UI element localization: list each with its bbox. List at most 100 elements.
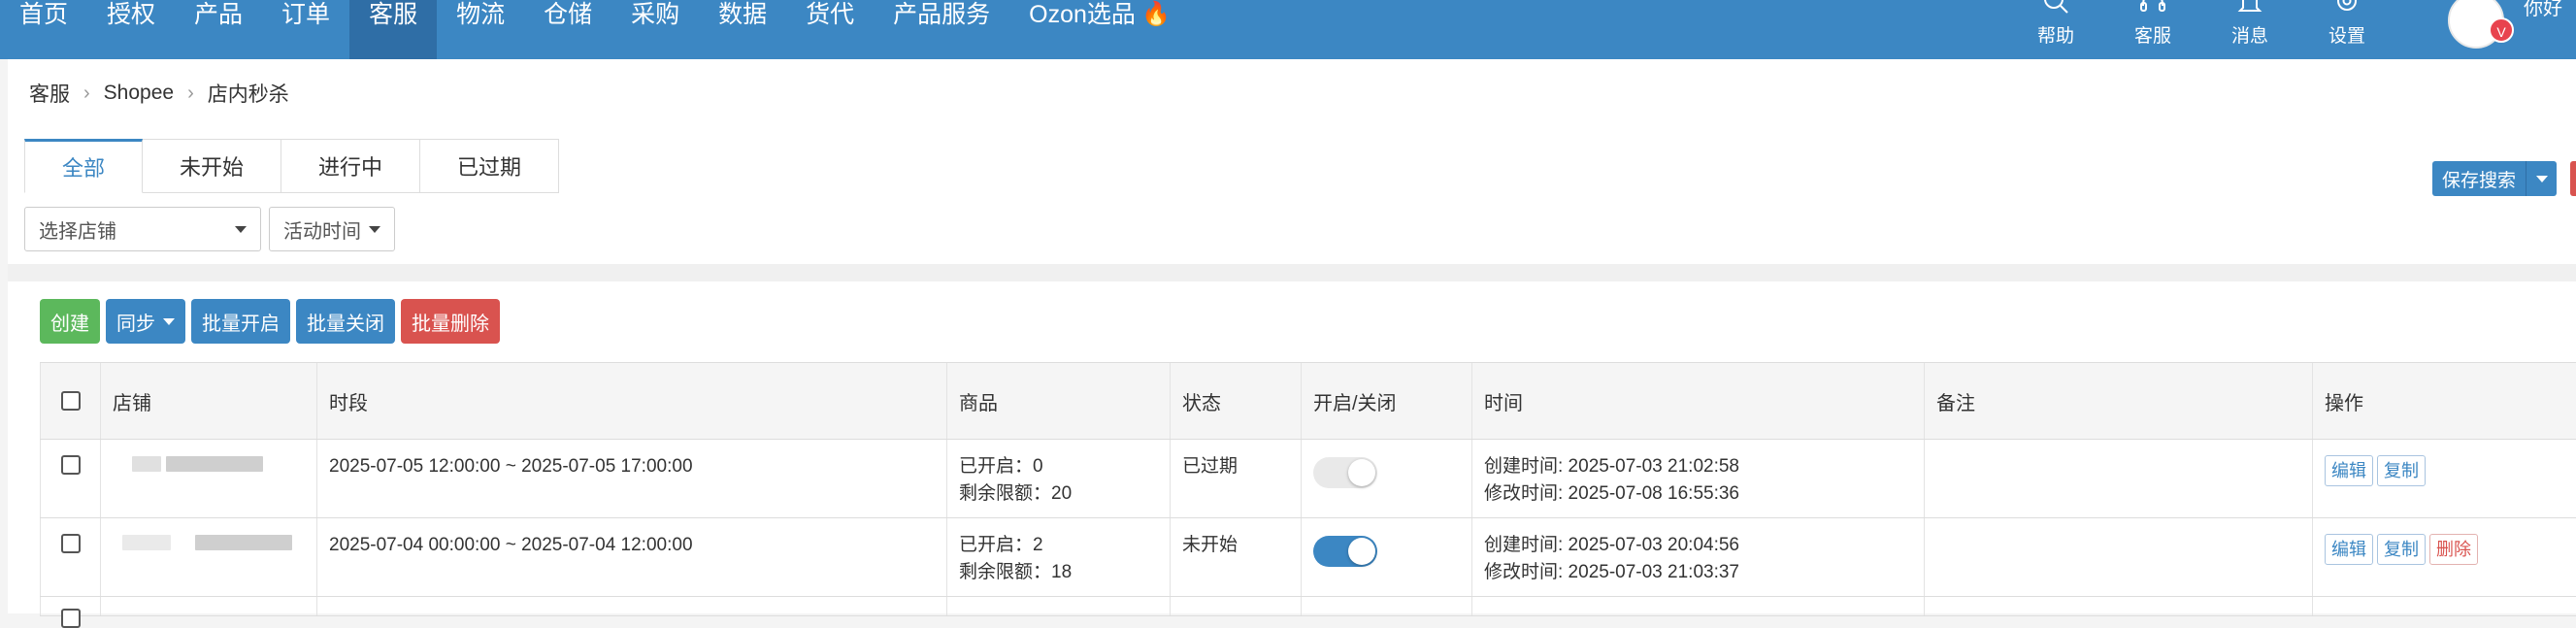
nav-settings[interactable]: 设置 bbox=[2308, 0, 2386, 48]
enable-toggle[interactable] bbox=[1313, 536, 1377, 567]
nav-home[interactable]: 首页 bbox=[0, 0, 87, 59]
nav-customer-service[interactable]: 客服 bbox=[349, 0, 438, 59]
header-goods: 商品 bbox=[946, 363, 1170, 439]
nav-warehouse[interactable]: 仓储 bbox=[524, 0, 611, 59]
tab-in-progress[interactable]: 进行中 bbox=[281, 139, 421, 193]
operations-cell: 编辑 复制 删除 bbox=[2312, 518, 2576, 596]
activity-time-label: 活动时间 bbox=[283, 220, 361, 243]
shop-select[interactable]: 选择店铺 bbox=[24, 207, 261, 251]
shop-cell bbox=[100, 518, 316, 596]
shop-cell bbox=[100, 597, 316, 615]
vip-badge: V bbox=[2489, 17, 2514, 43]
search-icon bbox=[2044, 0, 2068, 14]
row-checkbox[interactable] bbox=[60, 455, 81, 475]
goods-cell bbox=[946, 597, 1170, 615]
nav-messages-label: 消息 bbox=[2230, 26, 2268, 47]
gear-icon bbox=[2337, 0, 2357, 11]
header-period: 时段 bbox=[316, 363, 946, 439]
edit-button[interactable]: 编辑 bbox=[2325, 455, 2373, 486]
note-cell bbox=[1924, 518, 2312, 596]
nav-ozon-selection[interactable]: Ozon选品 🔥 bbox=[1009, 0, 1190, 59]
header-operations: 操作 bbox=[2312, 363, 2576, 439]
user-greeting[interactable]: 你好 bbox=[2524, 0, 2562, 20]
toggle-cell bbox=[1301, 597, 1471, 615]
created-time: 创建时间: 2025-07-03 20:04:56 bbox=[1484, 535, 1739, 555]
shop-select-placeholder: 选择店铺 bbox=[39, 220, 116, 243]
operations-cell bbox=[2312, 597, 2576, 615]
row-checkbox[interactable] bbox=[60, 609, 81, 628]
section-divider bbox=[8, 264, 2576, 281]
created-time: 创建时间: 2025-07-03 21:02:58 bbox=[1484, 456, 1739, 477]
nav-product-service[interactable]: 产品服务 bbox=[874, 0, 1009, 59]
toggle-cell bbox=[1301, 440, 1471, 517]
batch-enable-button[interactable]: 批量开启 bbox=[191, 299, 290, 344]
save-search-dropdown[interactable] bbox=[2526, 161, 2557, 196]
breadcrumb-item[interactable]: 客服 bbox=[29, 79, 70, 108]
select-all-cell bbox=[40, 363, 100, 439]
nav-help-label: 帮助 bbox=[2036, 26, 2074, 47]
header-time: 时间 bbox=[1471, 363, 1924, 439]
shop-cell bbox=[100, 440, 316, 517]
create-button[interactable]: 创建 bbox=[40, 299, 100, 344]
edit-button[interactable]: 编辑 bbox=[2325, 534, 2373, 565]
nav-orders[interactable]: 订单 bbox=[262, 0, 349, 59]
tab-not-started[interactable]: 未开始 bbox=[143, 139, 282, 193]
select-all-checkbox[interactable] bbox=[60, 391, 81, 411]
delete-button[interactable]: 删除 bbox=[2429, 534, 2478, 565]
clear-search-button[interactable] bbox=[2570, 161, 2576, 196]
nav-purchase[interactable]: 采购 bbox=[611, 0, 699, 59]
tab-all[interactable]: 全部 bbox=[24, 139, 144, 193]
nav-forwarder[interactable]: 货代 bbox=[786, 0, 874, 59]
sync-button[interactable]: 同步 bbox=[106, 299, 185, 344]
chevron-right-icon: › bbox=[83, 82, 90, 104]
time-cell: 创建时间: 2025-07-03 20:04:56 修改时间: 2025-07-… bbox=[1471, 518, 1924, 596]
nav-products[interactable]: 产品 bbox=[175, 0, 262, 59]
redacted-shop-name bbox=[132, 456, 161, 472]
redacted-shop-name bbox=[122, 535, 171, 550]
caret-down-icon bbox=[2535, 175, 2548, 182]
breadcrumb-item[interactable]: Shopee bbox=[104, 82, 174, 105]
time-cell: 创建时间: 2025-07-03 21:02:58 修改时间: 2025-07-… bbox=[1471, 440, 1924, 517]
top-nav: 首页 授权 产品 订单 客服 物流 仓储 采购 数据 货代 产品服务 Ozon选… bbox=[0, 0, 2576, 59]
redacted-shop-name bbox=[195, 535, 293, 550]
activity-time-select[interactable]: 活动时间 bbox=[269, 207, 395, 251]
nav-messages[interactable]: 消息 bbox=[2211, 0, 2289, 48]
table-row: 2025-07-05 12:00:00 ~ 2025-07-05 17:00:0… bbox=[40, 440, 2576, 518]
nav-logistics[interactable]: 物流 bbox=[437, 0, 524, 59]
period-cell: 2025-07-04 00:00:00 ~ 2025-07-04 12:00:0… bbox=[316, 518, 946, 596]
goods-enabled: 已开启：2 bbox=[959, 535, 1043, 555]
modified-time: 修改时间: 2025-07-03 21:03:37 bbox=[1484, 562, 1739, 582]
fire-icon: 🔥 bbox=[1140, 1, 1171, 27]
save-search-button[interactable]: 保存搜索 bbox=[2432, 161, 2558, 196]
toggle-knob bbox=[1348, 538, 1375, 565]
chevron-right-icon: › bbox=[187, 82, 194, 104]
nav-data[interactable]: 数据 bbox=[699, 0, 786, 59]
nav-service[interactable]: 客服 bbox=[2114, 0, 2192, 48]
header-shop: 店铺 bbox=[100, 363, 316, 439]
note-cell bbox=[1924, 440, 2312, 517]
status-tabs: 全部 未开始 进行中 已过期 bbox=[24, 139, 560, 193]
batch-delete-button[interactable]: 批量删除 bbox=[401, 299, 500, 344]
toggle-cell bbox=[1301, 518, 1471, 596]
caret-down-icon bbox=[369, 225, 380, 233]
status-cell bbox=[1170, 597, 1301, 615]
row-checkbox-cell bbox=[40, 518, 100, 596]
header-note: 备注 bbox=[1924, 363, 2312, 439]
status-cell: 已过期 bbox=[1170, 440, 1301, 517]
table-header: 店铺 时段 商品 状态 开启/关闭 时间 备注 操作 bbox=[40, 362, 2576, 440]
goods-cell: 已开启：2 剩余限额：18 bbox=[946, 518, 1170, 596]
nav-help[interactable]: 帮助 bbox=[2017, 0, 2095, 48]
tab-expired[interactable]: 已过期 bbox=[420, 139, 560, 193]
copy-button[interactable]: 复制 bbox=[2377, 534, 2426, 565]
caret-down-icon bbox=[235, 225, 247, 233]
caret-down-icon bbox=[163, 317, 175, 325]
row-checkbox[interactable] bbox=[60, 534, 81, 553]
goods-cell: 已开启：0 剩余限额：20 bbox=[946, 440, 1170, 517]
redacted-shop-name bbox=[166, 456, 264, 472]
nav-settings-label: 设置 bbox=[2328, 26, 2365, 47]
breadcrumb: 客服 › Shopee › 店内秒杀 bbox=[29, 79, 289, 108]
batch-disable-button[interactable]: 批量关闭 bbox=[296, 299, 395, 344]
copy-button[interactable]: 复制 bbox=[2377, 455, 2426, 486]
nav-auth[interactable]: 授权 bbox=[87, 0, 175, 59]
enable-toggle[interactable] bbox=[1313, 457, 1377, 488]
